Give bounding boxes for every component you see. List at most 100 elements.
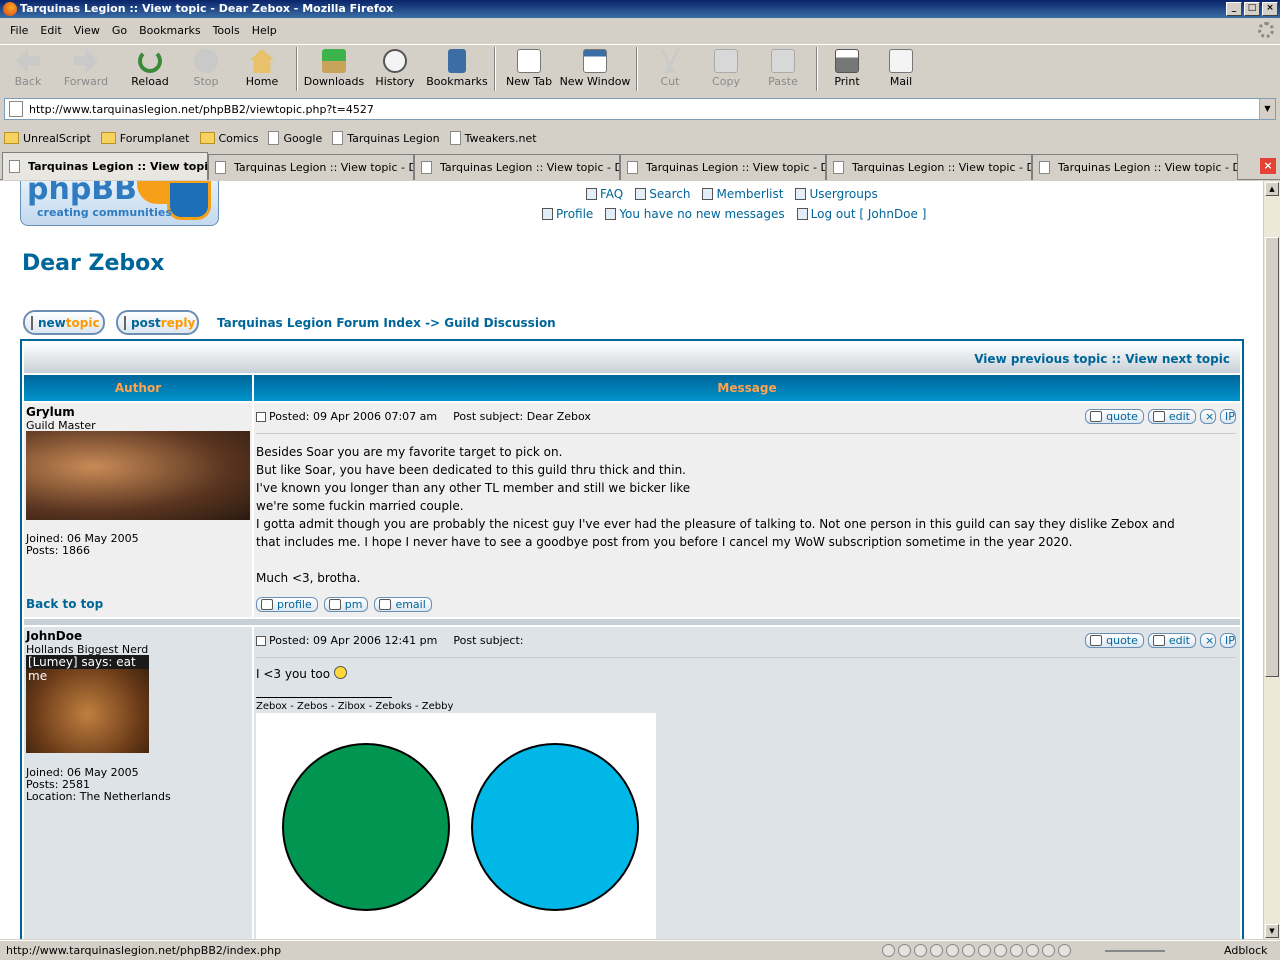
- messages-link[interactable]: You have no new messages: [605, 207, 785, 221]
- tab-2[interactable]: Tarquinas Legion :: View topic - D...: [208, 154, 414, 180]
- phpbb-logo[interactable]: phpBB creating communities: [20, 181, 219, 226]
- scroll-up-icon[interactable]: ▲: [1265, 182, 1279, 196]
- tab-5[interactable]: Tarquinas Legion :: View topic - D...: [826, 154, 1032, 180]
- usergroups-icon: [795, 188, 807, 200]
- green-circle: [282, 743, 450, 911]
- bookmark-comics[interactable]: Comics: [199, 132, 258, 145]
- scrollbar-thumb[interactable]: [1265, 237, 1279, 677]
- usergroups-link[interactable]: Usergroups: [795, 187, 878, 201]
- breadcrumb[interactable]: Tarquinas Legion Forum Index -> Guild Di…: [217, 316, 556, 330]
- bookmark-google[interactable]: Google: [268, 131, 322, 145]
- url-dropdown-button[interactable]: ▼: [1259, 99, 1275, 119]
- delete-post-icon[interactable]: ×: [1200, 409, 1216, 424]
- play-icon[interactable]: [930, 944, 943, 957]
- pm-button[interactable]: pm: [323, 597, 369, 612]
- up-icon[interactable]: [1026, 944, 1039, 957]
- faq-link[interactable]: FAQ: [586, 187, 623, 201]
- tab-4[interactable]: Tarquinas Legion :: View topic - D...: [620, 154, 826, 180]
- page-content: phpBB creating communities FAQ Search Me…: [0, 181, 1263, 939]
- downloads-button[interactable]: Downloads: [302, 45, 366, 93]
- edit-button[interactable]: edit: [1147, 409, 1196, 424]
- stop-button[interactable]: Stop: [180, 45, 232, 93]
- ip-icon[interactable]: IP: [1220, 633, 1236, 648]
- email-button[interactable]: email: [374, 597, 432, 612]
- url-input[interactable]: [29, 102, 1259, 116]
- menu-edit[interactable]: Edit: [34, 20, 67, 42]
- minimize-button[interactable]: _: [1226, 2, 1242, 16]
- paste-button[interactable]: Paste: [754, 45, 812, 93]
- bookmark-forumplanet[interactable]: Forumplanet: [100, 132, 190, 145]
- bookmark-tweakers[interactable]: Tweakers.net: [449, 131, 537, 145]
- music-icon[interactable]: [898, 944, 911, 957]
- new-topic-icon: [31, 315, 33, 330]
- print-button[interactable]: Print: [822, 45, 872, 93]
- profile-button[interactable]: profile: [256, 597, 318, 612]
- mail-icon: [889, 49, 913, 73]
- vertical-scrollbar[interactable]: ▲ ▼: [1263, 181, 1280, 939]
- maximize-button[interactable]: □: [1244, 2, 1260, 16]
- forward-media-icon[interactable]: [978, 944, 991, 957]
- page-icon: [833, 161, 844, 174]
- menu-tools[interactable]: Tools: [207, 20, 246, 42]
- scroll-down-icon[interactable]: ▼: [1265, 924, 1279, 938]
- reload-button[interactable]: Reload: [120, 45, 180, 93]
- eject-icon[interactable]: [1010, 944, 1023, 957]
- mail-button[interactable]: Mail: [872, 45, 930, 93]
- cut-button[interactable]: Cut: [642, 45, 698, 93]
- bookmark-tarquinas-legion[interactable]: Tarquinas Legion: [332, 131, 440, 145]
- back-button[interactable]: Back: [4, 45, 52, 93]
- tab-6[interactable]: Tarquinas Legion :: View topic - D...: [1032, 154, 1238, 180]
- faq-icon: [586, 188, 597, 200]
- volume-icon[interactable]: [1058, 944, 1071, 957]
- post-reply-button[interactable]: post reply: [116, 310, 199, 335]
- home-button[interactable]: Home: [232, 45, 292, 93]
- tab-1[interactable]: Tarquinas Legion :: View topic...: [2, 152, 208, 180]
- quote-button[interactable]: quote: [1085, 633, 1144, 648]
- messages-icon: [605, 208, 617, 220]
- back-to-top-link[interactable]: Back to top: [26, 597, 103, 611]
- smiley-icon: [333, 666, 347, 679]
- new-window-button[interactable]: New Window: [558, 45, 632, 93]
- new-tab-button[interactable]: New Tab: [500, 45, 558, 93]
- menu-bookmarks[interactable]: Bookmarks: [133, 20, 206, 42]
- post-reply-icon: [124, 315, 126, 330]
- tab-3[interactable]: Tarquinas Legion :: View topic - D...: [414, 154, 620, 180]
- volume-slider[interactable]: [1105, 950, 1165, 952]
- logout-link[interactable]: Log out [ JohnDoe ]: [796, 207, 926, 221]
- stop-media-icon[interactable]: [962, 944, 975, 957]
- page-icon: [1039, 161, 1050, 174]
- previous-icon[interactable]: [882, 944, 895, 957]
- bookmarks-button[interactable]: Bookmarks: [424, 45, 490, 93]
- new-topic-button[interactable]: new topic: [23, 310, 105, 335]
- edit-button[interactable]: edit: [1147, 633, 1196, 648]
- close-button[interactable]: ×: [1262, 2, 1278, 16]
- topic-title[interactable]: Dear Zebox: [22, 251, 164, 276]
- firefox-icon: [3, 2, 17, 16]
- menu-file[interactable]: File: [4, 20, 34, 42]
- rewind-icon[interactable]: [914, 944, 927, 957]
- copy-button[interactable]: Copy: [698, 45, 754, 93]
- down-icon[interactable]: [1042, 944, 1055, 957]
- note-icon[interactable]: [994, 944, 1007, 957]
- menu-go[interactable]: Go: [106, 20, 133, 42]
- forward-button[interactable]: Forward: [52, 45, 120, 93]
- post-2-author-cell: JohnDoe Hollands Biggest Nerd [Lumey] sa…: [24, 627, 252, 939]
- search-link[interactable]: Search: [635, 187, 690, 201]
- post-details: Posted: 09 Apr 2006 12:41 pm Post subjec…: [256, 634, 523, 647]
- message-header: Message: [254, 375, 1240, 401]
- topic-nav-links[interactable]: View previous topic :: View next topic: [974, 352, 1230, 366]
- ip-icon[interactable]: IP: [1220, 409, 1236, 424]
- memberlist-link[interactable]: Memberlist: [702, 187, 783, 201]
- folder-icon: [100, 132, 116, 144]
- bookmark-unrealscript[interactable]: UnrealScript: [4, 132, 91, 145]
- profile-link[interactable]: Profile: [542, 207, 593, 221]
- history-button[interactable]: History: [366, 45, 424, 93]
- post-divider: [256, 657, 1236, 658]
- adblock-status[interactable]: Adblock: [1224, 944, 1268, 957]
- close-tab-icon[interactable]: ×: [1260, 158, 1276, 174]
- pause-icon[interactable]: [946, 944, 959, 957]
- quote-button[interactable]: quote: [1085, 409, 1144, 424]
- menu-view[interactable]: View: [68, 20, 106, 42]
- menu-help[interactable]: Help: [246, 20, 283, 42]
- delete-post-icon[interactable]: ×: [1200, 633, 1216, 648]
